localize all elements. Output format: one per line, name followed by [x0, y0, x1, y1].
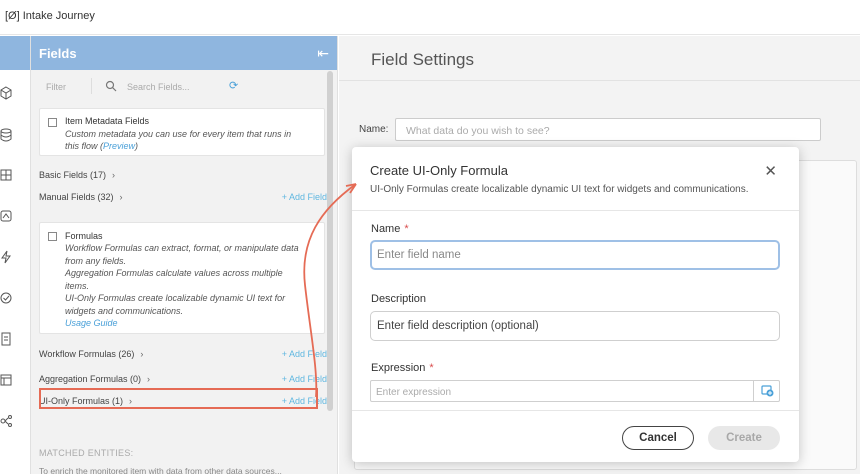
- chevron-right-icon: ›: [147, 374, 151, 384]
- item-metadata-desc-2: this flow (Preview): [65, 141, 139, 151]
- fields-title: Fields: [39, 46, 77, 61]
- name-input[interactable]: Enter field name: [370, 240, 780, 270]
- add-manual-field-button[interactable]: + Add Field: [282, 192, 327, 202]
- item-metadata-desc: Custom metadata you can use for every it…: [65, 129, 292, 139]
- chevron-right-icon: ›: [112, 170, 116, 180]
- chevron-right-icon: ›: [140, 349, 144, 359]
- aggregation-formulas-row[interactable]: Aggregation Formulas (0) ›: [39, 374, 150, 384]
- document-icon[interactable]: [0, 332, 12, 346]
- name-label: Name *: [371, 223, 409, 235]
- bolt-icon[interactable]: [0, 250, 12, 264]
- search-icon: [105, 80, 117, 92]
- search-fields-input[interactable]: Search Fields...: [127, 82, 190, 92]
- formulas-card: Formulas Workflow Formulas can extract, …: [39, 222, 325, 334]
- item-metadata-title: Item Metadata Fields: [65, 116, 150, 126]
- create-button[interactable]: Create: [708, 426, 780, 450]
- usage-guide-link[interactable]: Usage Guide: [65, 317, 118, 330]
- refresh-icon[interactable]: ⟳: [229, 79, 238, 92]
- filter-divider: [91, 78, 92, 94]
- filter-dropdown[interactable]: Filter: [46, 82, 66, 92]
- insert-field-button[interactable]: [753, 381, 779, 401]
- manual-fields-row[interactable]: Manual Fields (32) ›: [39, 192, 123, 202]
- formulas-desc-line: from any fields.: [65, 255, 127, 266]
- database-icon[interactable]: [0, 128, 12, 142]
- fields-header: Fields ⇤: [31, 36, 337, 70]
- check-icon[interactable]: [0, 291, 12, 305]
- grid-icon[interactable]: [0, 168, 12, 182]
- expression-input[interactable]: Enter expression: [370, 380, 780, 402]
- field-settings-title: Field Settings: [371, 50, 474, 69]
- modal-subtitle: UI-Only Formulas create localizable dyna…: [370, 184, 749, 195]
- create-formula-modal: Create UI-Only Formula UI-Only Formulas …: [352, 147, 799, 462]
- matched-entities-heading: MATCHED ENTITIES:: [39, 448, 134, 458]
- formulas-desc-line: items.: [65, 280, 90, 291]
- expression-placeholder: Enter expression: [376, 387, 452, 398]
- insert-field-icon: [761, 385, 774, 397]
- collapse-panel-icon[interactable]: ⇤: [317, 45, 329, 62]
- formulas-desc-line: Aggregation Formulas calculate values ac…: [65, 268, 283, 278]
- app-title: [Ø] Intake Journey: [5, 10, 95, 22]
- formulas-desc-line: Workflow Formulas can extract, format, o…: [65, 243, 299, 253]
- settings-name-input[interactable]: What data do you wish to see?: [395, 118, 821, 141]
- rail-header: [0, 36, 30, 70]
- cube-icon[interactable]: [0, 86, 12, 100]
- formulas-title: Formulas: [65, 231, 103, 241]
- basic-fields-row[interactable]: Basic Fields (17) ›: [39, 170, 115, 180]
- metadata-icon: [48, 118, 57, 127]
- ui-only-formulas-highlight: [39, 388, 318, 409]
- top-bar: [Ø] Intake Journey: [0, 0, 860, 35]
- fields-scrollbar[interactable]: [327, 71, 333, 411]
- cancel-button[interactable]: Cancel: [622, 426, 694, 450]
- settings-divider: [339, 80, 860, 81]
- description-input[interactable]: Enter field description (optional): [370, 311, 780, 341]
- network-icon[interactable]: [0, 414, 12, 428]
- matched-entities-desc: To enrich the monitored item with data f…: [39, 466, 282, 474]
- formulas-desc-line: UI-Only Formulas create localizable dyna…: [65, 293, 286, 303]
- chevron-right-icon: ›: [119, 192, 123, 202]
- preview-link[interactable]: Preview: [103, 141, 135, 151]
- workflow-formulas-row[interactable]: Workflow Formulas (26) ›: [39, 349, 143, 359]
- formula-icon: [48, 232, 57, 241]
- modal-footer-divider: [352, 410, 799, 411]
- add-aggregation-formula-button[interactable]: + Add Field: [282, 374, 327, 384]
- modal-title: Create UI-Only Formula: [370, 163, 508, 178]
- expression-label: Expression *: [371, 362, 434, 374]
- item-metadata-card: Item Metadata Fields Custom metadata you…: [39, 108, 325, 156]
- flow-icon[interactable]: [0, 209, 12, 223]
- formulas-desc-line: widgets and communications.: [65, 305, 184, 316]
- layout-icon[interactable]: [0, 373, 12, 387]
- filter-row: Filter Search Fields... ⟳: [41, 76, 325, 98]
- close-icon[interactable]: ✕: [764, 164, 777, 179]
- settings-name-label: Name:: [359, 124, 389, 135]
- description-label: Description: [371, 293, 427, 305]
- modal-header: Create UI-Only Formula UI-Only Formulas …: [352, 147, 799, 211]
- add-workflow-formula-button[interactable]: + Add Field: [282, 349, 327, 359]
